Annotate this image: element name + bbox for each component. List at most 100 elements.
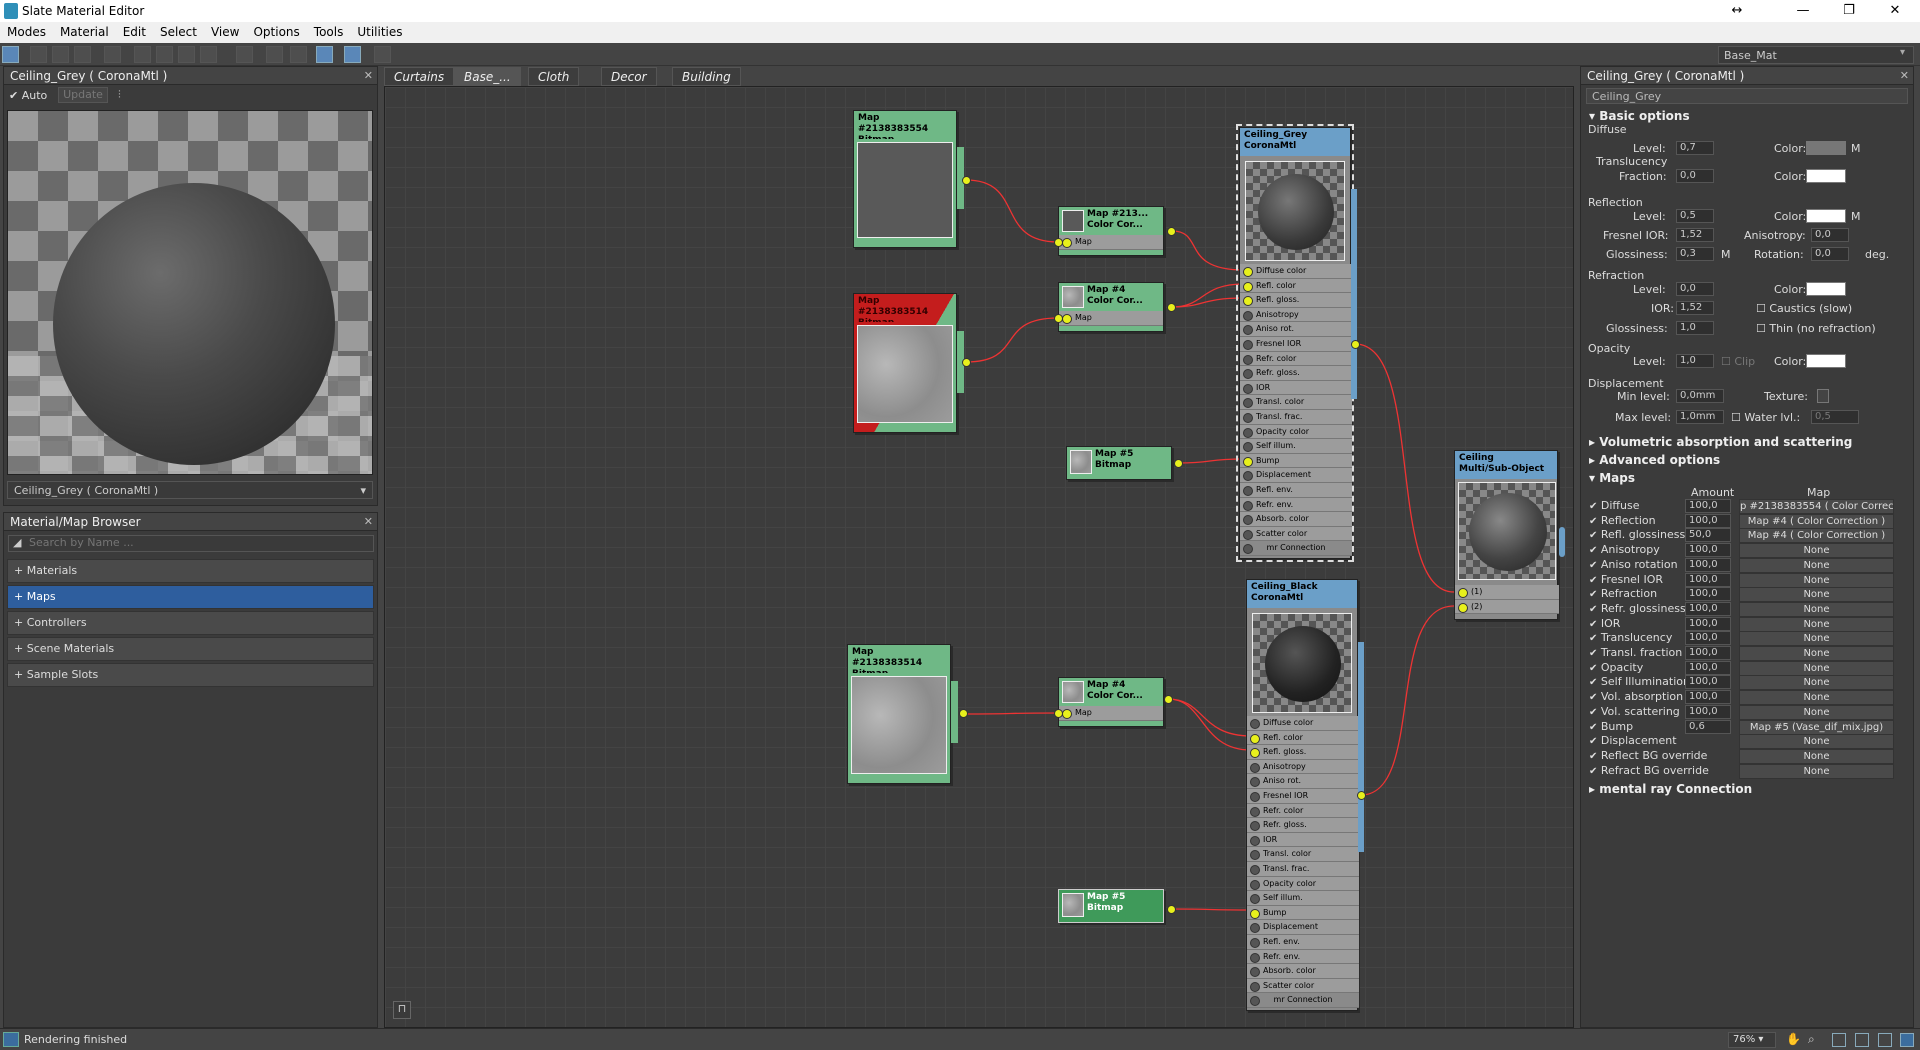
bump-bitmap-node[interactable]: Map #5 Bitmap (1066, 446, 1172, 480)
material-slot[interactable]: mr Connection (1247, 993, 1359, 1008)
map-slot[interactable]: Map (1059, 235, 1163, 250)
close-icon[interactable]: ✕ (364, 515, 373, 528)
map-row-label[interactable]: ✔ Vol. absorption (1589, 690, 1683, 703)
map-row-label[interactable]: ✔ Transl. fraction (1589, 646, 1682, 659)
put-to-scene-icon[interactable] (52, 46, 69, 63)
material-slot[interactable]: Refl. gloss. (1247, 745, 1359, 760)
map-slot-button[interactable]: None (1739, 763, 1894, 779)
advanced-options-header[interactable]: ▸ Advanced options (1589, 453, 1720, 467)
output-socket[interactable] (1167, 227, 1176, 236)
navigator-icon[interactable]: ⊓ (393, 1001, 411, 1019)
material-slot[interactable]: Refr. color (1247, 803, 1359, 819)
zoom-extents-icon[interactable] (1855, 1033, 1869, 1047)
close-button[interactable]: ✕ (1872, 0, 1918, 22)
tab-cloth[interactable]: Cloth (528, 67, 580, 86)
output-socket[interactable] (1174, 459, 1183, 468)
mental-ray-header[interactable]: ▸ mental ray Connection (1589, 782, 1752, 796)
update-button[interactable]: Update (58, 87, 108, 103)
browser-row-controllers[interactable]: + Controllers (7, 611, 374, 635)
map-amount-spinner[interactable]: 100,0 (1685, 499, 1731, 513)
map-amount-spinner[interactable]: 100,0 (1685, 660, 1731, 675)
material-slot[interactable]: Displacement (1240, 468, 1352, 483)
material-slot[interactable]: Anisotropy (1247, 759, 1359, 775)
map-row-label[interactable]: ✔ Reflection (1589, 514, 1656, 527)
map-slot-button[interactable]: None (1739, 646, 1894, 661)
bitmap-node[interactable]: Map #2138383554Bitmap (853, 110, 957, 248)
output-socket[interactable] (959, 709, 968, 718)
material-name-field[interactable]: Ceiling_Grey (1586, 88, 1908, 104)
map-slot-button[interactable]: Map #4 ( Color Correction ) (1739, 528, 1894, 544)
glossiness-map-button[interactable]: M (1721, 248, 1731, 261)
tab-building[interactable]: Building (672, 67, 741, 86)
output-socket[interactable] (1167, 303, 1176, 312)
close-icon[interactable]: ✕ (364, 69, 373, 82)
map-slot-button[interactable]: None (1739, 631, 1894, 647)
search-input[interactable] (28, 536, 349, 549)
tab-decor[interactable]: Decor (601, 67, 657, 86)
volumetric-header[interactable]: ▸ Volumetric absorption and scattering (1589, 435, 1852, 449)
chevron-down-icon[interactable]: ▾ (1900, 47, 1905, 58)
tab-curtains[interactable]: Curtains (384, 67, 455, 86)
map-row-label[interactable]: ✔ Vol. scattering (1589, 705, 1680, 718)
material-slot[interactable]: Diffuse color (1247, 716, 1359, 731)
map-slot-button[interactable]: None (1739, 690, 1894, 706)
map-row-label[interactable]: ✔ IOR (1589, 617, 1620, 630)
output-socket[interactable] (1357, 791, 1366, 800)
clip-checkbox[interactable]: ☐ Clip (1721, 355, 1755, 368)
material-slot[interactable]: Refr. env. (1240, 497, 1352, 513)
material-slot[interactable]: Absorb. color (1240, 512, 1352, 527)
material-slot[interactable]: Refr. gloss. (1240, 366, 1352, 381)
delete-icon[interactable] (104, 46, 121, 63)
map-amount-spinner[interactable]: 50,0 (1685, 528, 1731, 543)
basic-options-header[interactable]: ▾ Basic options (1589, 109, 1690, 123)
map-slot-button[interactable]: None (1739, 601, 1894, 617)
refraction-color-swatch[interactable] (1806, 282, 1846, 296)
map-amount-spinner[interactable]: 100,0 (1685, 646, 1731, 660)
material-slot[interactable]: Refl. env. (1247, 934, 1359, 950)
max-level-spinner[interactable]: 1,0mm (1676, 410, 1724, 424)
material-slot[interactable]: Refl. color (1247, 730, 1359, 746)
diffuse-map-button[interactable]: M (1851, 142, 1861, 155)
fresnel-spinner[interactable]: 1,52 (1676, 228, 1714, 242)
map-slot-button[interactable]: None (1739, 572, 1894, 588)
map-row-label[interactable]: ✔ Displacement (1589, 734, 1677, 747)
map-slot-button[interactable]: None (1739, 587, 1894, 603)
sub-slot-1[interactable]: (1) (1455, 585, 1559, 600)
hide-unused-icon[interactable] (156, 46, 173, 63)
browser-row-materials[interactable]: + Materials (7, 559, 374, 583)
diffuse-color-swatch[interactable] (1806, 141, 1846, 155)
auto-checkbox[interactable]: ✔ Auto (9, 89, 47, 102)
output-socket[interactable] (962, 176, 971, 185)
water-level-checkbox[interactable]: ☐ Water lvl.: (1731, 411, 1800, 424)
refraction-level-spinner[interactable]: 0,0 (1676, 282, 1714, 296)
map-amount-spinner[interactable]: 100,0 (1685, 557, 1731, 572)
menu-modes[interactable]: Modes (0, 22, 53, 39)
assign-material-icon[interactable] (74, 46, 91, 63)
material-slot[interactable]: Transl. frac. (1240, 409, 1352, 425)
output-socket[interactable] (1164, 695, 1173, 704)
thin-checkbox[interactable]: ☐ Thin (no refraction) (1756, 322, 1876, 335)
material-slot[interactable]: Aniso rot. (1247, 774, 1359, 789)
material-slot[interactable]: IOR (1247, 832, 1359, 848)
fraction-spinner[interactable]: 0,0 (1676, 169, 1714, 183)
map-row-label[interactable]: ✔ Aniso rotation (1589, 558, 1678, 571)
tab-base[interactable]: Base_... (454, 67, 521, 86)
zoom-region-icon[interactable] (1832, 1033, 1846, 1047)
map-amount-spinner[interactable]: 100,0 (1685, 587, 1731, 602)
material-slot[interactable]: Fresnel IOR (1247, 788, 1359, 804)
map-row-label[interactable]: ✔ Opacity (1589, 661, 1643, 674)
pan-icon[interactable]: ✋ (1786, 1032, 1801, 1046)
corona-material-node[interactable]: Ceiling_Grey CoronaMtl Diffuse color Refl.… (1236, 124, 1354, 562)
material-editor-icon[interactable] (290, 46, 307, 63)
map-slot-button[interactable]: None (1739, 748, 1894, 764)
map-amount-spinner[interactable]: 100,0 (1685, 675, 1731, 690)
opacity-color-swatch[interactable] (1806, 354, 1846, 368)
material-slot[interactable]: Transl. color (1240, 395, 1352, 410)
corona-material-node[interactable]: Ceiling_Black CoronaMtl Diffuse color Refl… (1246, 579, 1359, 1011)
layout-children-icon[interactable] (266, 46, 283, 63)
material-slot[interactable]: Anisotropy (1240, 307, 1352, 323)
collapse-icon[interactable]: ◢ (9, 535, 25, 550)
output-socket[interactable] (1167, 905, 1176, 914)
output-socket[interactable] (962, 358, 971, 367)
layout-all-icon[interactable] (236, 46, 253, 63)
